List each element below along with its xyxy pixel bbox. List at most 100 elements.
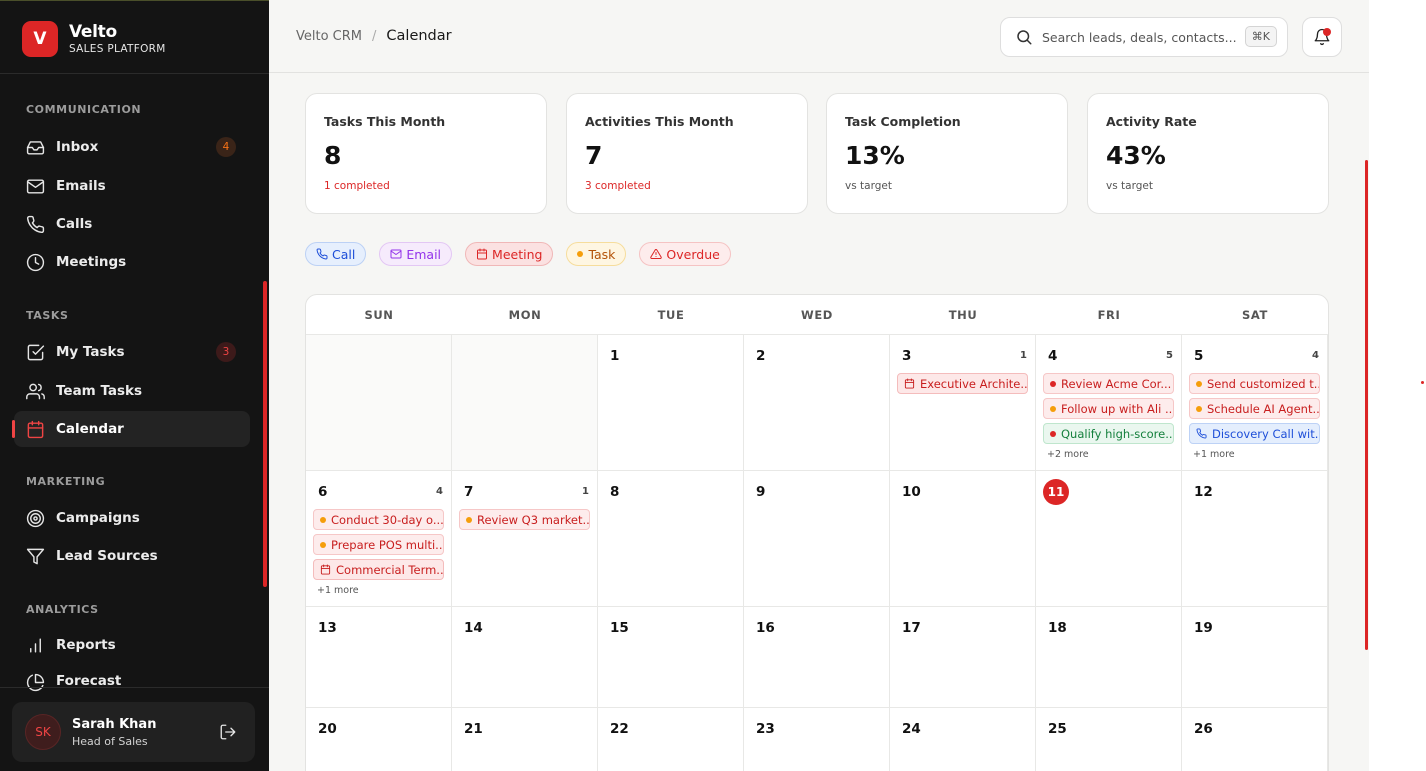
- calendar-day-cell[interactable]: 18: [1036, 607, 1182, 708]
- sidebar-item-team-tasks[interactable]: Team Tasks: [14, 373, 250, 409]
- day-number: 5: [1194, 348, 1204, 364]
- stat-subtext: vs target: [845, 180, 892, 192]
- calendar-grid: SUN MON TUE WED THU FRI SAT 1 2 3 1 Executive Archi…: [305, 294, 1329, 771]
- calendar-day-cell[interactable]: 26: [1182, 708, 1328, 771]
- sidebar-item-my-tasks[interactable]: My Tasks 3: [14, 334, 250, 370]
- sidebar-scrollbar[interactable]: [263, 281, 267, 587]
- brand[interactable]: V Velto SALES PLATFORM: [22, 21, 166, 57]
- stat-value: 7: [585, 141, 603, 170]
- calendar-day-cell[interactable]: 25: [1036, 708, 1182, 771]
- brand-logo: V: [22, 21, 58, 57]
- my-tasks-count-badge: 3: [216, 342, 236, 362]
- calendar-day-cell[interactable]: 11: [1036, 471, 1182, 607]
- stat-card: Tasks This Month 8 1 completed: [305, 93, 547, 214]
- weekday-header: SAT: [1242, 308, 1268, 322]
- page-title: Calendar: [386, 28, 452, 44]
- calendar-event[interactable]: Conduct 30-day o...: [313, 509, 444, 530]
- sidebar-divider: [0, 73, 269, 74]
- weekday-header: THU: [948, 308, 978, 322]
- breadcrumb-root[interactable]: Velto CRM: [296, 29, 362, 44]
- legend-label: Meeting: [492, 246, 543, 262]
- stat-card: Activity Rate 43% vs target: [1087, 93, 1329, 214]
- calendar-day-cell[interactable]: 19: [1182, 607, 1328, 708]
- user-profile[interactable]: SK Sarah Khan Head of Sales: [12, 702, 255, 762]
- weekday-header: TUE: [657, 308, 685, 322]
- stat-card: Activities This Month 7 3 completed: [566, 93, 808, 214]
- sidebar-item-label: Emails: [56, 178, 106, 194]
- top-bar: Velto CRM / Calendar Search leads, deals…: [269, 0, 1369, 73]
- calendar-event[interactable]: Review Q3 market...: [459, 509, 590, 530]
- calendar-event[interactable]: Prepare POS multi...: [313, 534, 444, 555]
- legend-email[interactable]: Email: [379, 242, 453, 266]
- stat-value: 43%: [1106, 141, 1166, 170]
- more-events-link[interactable]: +1 more: [1193, 449, 1235, 460]
- notifications-button[interactable]: [1302, 17, 1342, 57]
- calendar-event[interactable]: Review Acme Cor...: [1043, 373, 1174, 394]
- calendar-day-cell[interactable]: 12: [1182, 471, 1328, 607]
- calendar-day-cell[interactable]: 2: [744, 335, 890, 471]
- alert-triangle-icon: [650, 248, 663, 259]
- calendar-day-cell[interactable]: 14: [452, 607, 598, 708]
- section-analytics: ANALYTICS: [26, 603, 99, 616]
- sidebar-item-inbox[interactable]: Inbox 4: [14, 129, 250, 165]
- overdue-dot-icon: [1050, 430, 1056, 437]
- sidebar-item-calls[interactable]: Calls: [14, 206, 250, 242]
- main-scrollbar[interactable]: [1365, 160, 1368, 650]
- legend-overdue[interactable]: Overdue: [639, 242, 731, 266]
- search-input[interactable]: Search leads, deals, contacts... ⌘K: [1000, 17, 1288, 57]
- calendar-day-cell[interactable]: 6 4 Conduct 30-day o... Prepare POS multi..…: [306, 471, 452, 607]
- calendar-day-cell[interactable]: 4 5 Review Acme Cor... Follow up with Ali .…: [1036, 335, 1182, 471]
- task-dot-icon: [1196, 405, 1202, 412]
- main-content: Velto CRM / Calendar Search leads, deals…: [269, 0, 1369, 771]
- calendar-day-cell[interactable]: 1: [598, 335, 744, 471]
- legend-task[interactable]: Task: [566, 242, 627, 266]
- calendar-day-cell[interactable]: 9: [744, 471, 890, 607]
- sidebar-item-forecast[interactable]: Forecast: [14, 665, 250, 693]
- calendar-day-cell[interactable]: 16: [744, 607, 890, 708]
- calendar-day-cell[interactable]: 24: [890, 708, 1036, 771]
- calendar-event[interactable]: Commercial Term...: [313, 559, 444, 580]
- calendar-event[interactable]: Send customized t...: [1189, 373, 1320, 394]
- calendar-event[interactable]: Executive Archite...: [897, 373, 1028, 394]
- calendar-event[interactable]: Schedule AI Agent...: [1189, 398, 1320, 419]
- cursor-indicator: [1421, 381, 1424, 384]
- calendar-day-cell[interactable]: 10: [890, 471, 1036, 607]
- more-events-link[interactable]: +2 more: [1047, 449, 1089, 460]
- search-placeholder: Search leads, deals, contacts...: [1042, 29, 1237, 45]
- target-icon: [26, 509, 45, 527]
- clock-icon: [26, 253, 45, 271]
- legend-call[interactable]: Call: [305, 242, 367, 266]
- day-number: 1: [610, 348, 620, 364]
- sidebar-item-calendar[interactable]: Calendar: [12, 411, 250, 447]
- calendar-day-cell[interactable]: 8: [598, 471, 744, 607]
- more-events-link[interactable]: +1 more: [317, 585, 359, 596]
- calendar-event[interactable]: Discovery Call wit...: [1189, 423, 1320, 444]
- calendar-day-cell[interactable]: 15: [598, 607, 744, 708]
- sidebar-item-campaigns[interactable]: Campaigns: [14, 500, 250, 536]
- calendar-day-cell[interactable]: 5 4 Send customized t... Schedule AI Agent.…: [1182, 335, 1328, 471]
- sidebar-item-lead-sources[interactable]: Lead Sources: [14, 538, 250, 574]
- calendar-day-cell[interactable]: 3 1 Executive Archite...: [890, 335, 1036, 471]
- legend: Call Email Meeting Task Overdue: [305, 242, 744, 266]
- calendar-day-cell[interactable]: 22: [598, 708, 744, 771]
- calendar-icon: [320, 564, 331, 575]
- mail-icon: [390, 249, 402, 259]
- sidebar-item-emails[interactable]: Emails: [14, 168, 250, 204]
- calendar-event[interactable]: Follow up with Ali ...: [1043, 398, 1174, 419]
- calendar-event[interactable]: Qualify high-score...: [1043, 423, 1174, 444]
- day-number: 24: [902, 721, 921, 737]
- section-tasks: TASKS: [26, 309, 69, 322]
- legend-meeting[interactable]: Meeting: [465, 242, 554, 266]
- calendar-day-cell[interactable]: 7 1 Review Q3 market...: [452, 471, 598, 607]
- sidebar-item-meetings[interactable]: Meetings: [14, 244, 250, 280]
- logout-icon[interactable]: [219, 723, 237, 741]
- calendar-day-cell[interactable]: 13: [306, 607, 452, 708]
- calendar-day-cell[interactable]: 21: [452, 708, 598, 771]
- day-number: 13: [318, 620, 337, 636]
- sidebar-item-reports[interactable]: Reports: [14, 627, 250, 663]
- calendar-day-cell[interactable]: 20: [306, 708, 452, 771]
- day-number: 10: [902, 484, 921, 500]
- calendar-day-cell[interactable]: 17: [890, 607, 1036, 708]
- calendar-day-cell[interactable]: 23: [744, 708, 890, 771]
- event-title: Executive Archite...: [920, 376, 1028, 391]
